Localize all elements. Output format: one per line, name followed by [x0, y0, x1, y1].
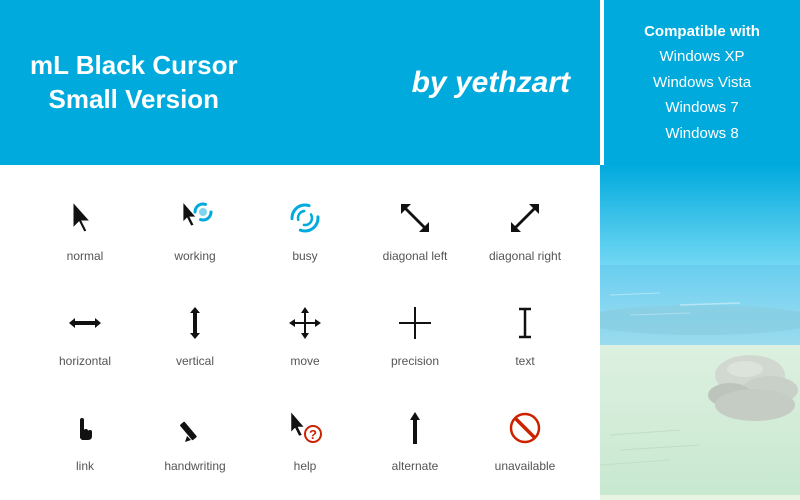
cursor-row-3: link handwriting [30, 403, 580, 473]
cursor-item-vertical: vertical [140, 298, 250, 368]
cursor-item-alternate: alternate [360, 403, 470, 473]
precision-cursor-icon [390, 298, 440, 348]
cursor-item-diagonal-left: diagonal left [360, 193, 470, 263]
diagonal-right-label: diagonal right [489, 249, 561, 263]
handwriting-label: handwriting [164, 459, 225, 473]
svg-text:?: ? [309, 427, 317, 442]
cursor-item-normal: normal [30, 193, 140, 263]
cursor-item-diagonal-right: diagonal right [470, 193, 580, 263]
vertical-cursor-icon [170, 298, 220, 348]
handwriting-cursor-icon [170, 403, 220, 453]
text-cursor-icon [500, 298, 550, 348]
cursor-item-busy: busy [250, 193, 360, 263]
help-cursor-icon: ? [280, 403, 330, 453]
vertical-label: vertical [176, 354, 214, 368]
precision-label: precision [391, 354, 439, 368]
cursor-item-help: ? help [250, 403, 360, 473]
link-cursor-icon [60, 403, 110, 453]
app-title: mL Black Cursor Small Version [30, 49, 238, 117]
working-label: working [174, 249, 215, 263]
normal-cursor-icon [60, 193, 110, 243]
alternate-cursor-icon [390, 403, 440, 453]
diagonal-left-cursor-icon [390, 193, 440, 243]
cursor-item-handwriting: handwriting [140, 403, 250, 473]
unavailable-label: unavailable [495, 459, 556, 473]
link-label: link [76, 459, 94, 473]
main-content: normal working [0, 165, 800, 500]
help-label: help [294, 459, 317, 473]
cursors-area: normal working [0, 165, 600, 500]
working-cursor-icon [170, 193, 220, 243]
unavailable-cursor-icon [500, 403, 550, 453]
text-label: text [515, 354, 534, 368]
beach-photo [600, 165, 800, 500]
normal-label: normal [67, 249, 104, 263]
cursor-item-link: link [30, 403, 140, 473]
alternate-label: alternate [392, 459, 439, 473]
busy-cursor-icon [280, 193, 330, 243]
move-cursor-icon [280, 298, 330, 348]
cursor-item-unavailable: unavailable [470, 403, 580, 473]
cursor-item-move: move [250, 298, 360, 368]
header: mL Black Cursor Small Version by yethzar… [0, 0, 800, 165]
cursor-item-working: working [140, 193, 250, 263]
compatibility-info: Compatible with Windows XP Windows Vista… [600, 0, 800, 165]
header-left: mL Black Cursor Small Version by yethzar… [0, 0, 600, 165]
cursor-item-precision: precision [360, 298, 470, 368]
author-label: by yethzart [412, 66, 570, 100]
move-label: move [290, 354, 319, 368]
cursor-item-horizontal: horizontal [30, 298, 140, 368]
horizontal-cursor-icon [60, 298, 110, 348]
diagonal-left-label: diagonal left [383, 249, 448, 263]
cursor-item-text: text [470, 298, 580, 368]
busy-label: busy [292, 249, 317, 263]
cursor-row-2: horizontal vertical mov [30, 298, 580, 368]
cursor-row-1: normal working [30, 193, 580, 263]
diagonal-right-cursor-icon [500, 193, 550, 243]
horizontal-label: horizontal [59, 354, 111, 368]
